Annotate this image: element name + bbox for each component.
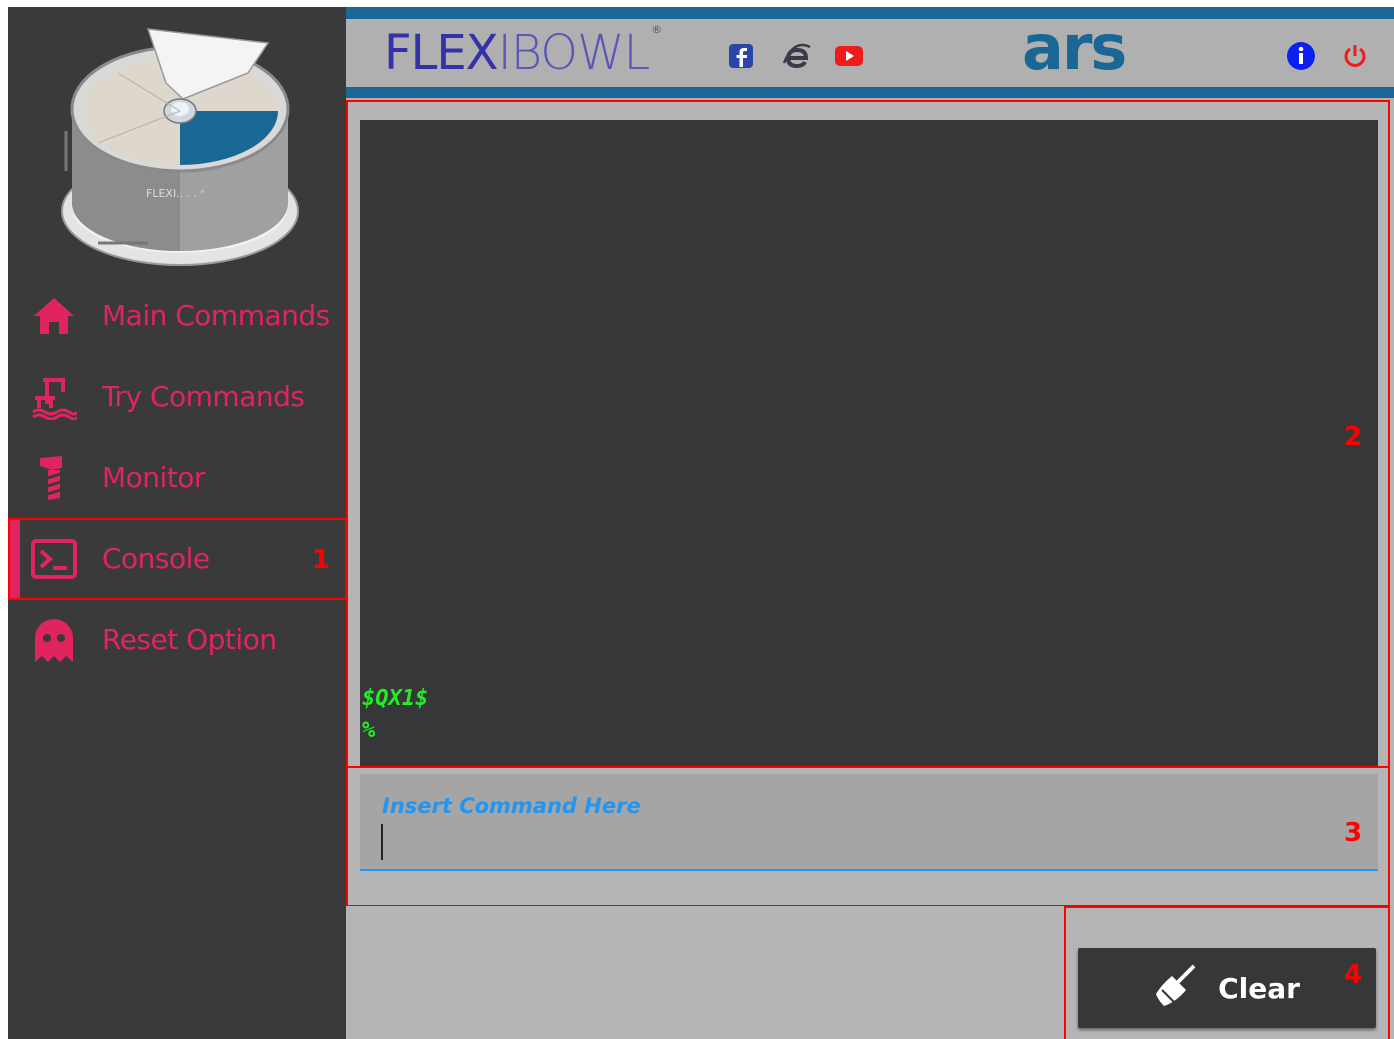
console-panel: $QX1$ % bbox=[346, 100, 1394, 766]
home-icon bbox=[30, 294, 78, 338]
facebook-icon[interactable] bbox=[728, 43, 754, 69]
console-line: $QX1$ bbox=[362, 686, 429, 711]
annotation-number: 1 bbox=[311, 545, 330, 575]
clear-button[interactable]: Clear bbox=[1078, 948, 1376, 1028]
ars-logo: ars bbox=[1022, 11, 1127, 84]
sidebar-item-monitor[interactable]: Monitor bbox=[8, 438, 346, 518]
try-commands-icon bbox=[30, 375, 78, 420]
info-icon[interactable] bbox=[1286, 41, 1316, 71]
registered-mark: ® bbox=[651, 23, 662, 36]
broom-icon bbox=[1154, 964, 1198, 1012]
svg-text:FLEXI.. . . ⁿ: FLEXI.. . . ⁿ bbox=[146, 187, 205, 200]
brand-bold-text: FLEX bbox=[384, 25, 499, 81]
command-input-panel: Insert Command Here bbox=[346, 766, 1394, 906]
sidebar-item-label: Main Commands bbox=[102, 299, 330, 332]
youtube-icon[interactable] bbox=[834, 45, 864, 67]
terminal-icon bbox=[30, 537, 78, 581]
command-input-label: Insert Command Here bbox=[382, 794, 641, 818]
sidebar: FLEXI.. . . ⁿ Main Commands Try Commands bbox=[8, 7, 346, 1039]
sidebar-item-label: Reset Option bbox=[102, 623, 277, 656]
annotation-number: 2 bbox=[1344, 422, 1363, 452]
console-line: % bbox=[362, 718, 376, 743]
sidebar-item-main-commands[interactable]: Main Commands bbox=[8, 276, 346, 356]
brand-thin-text: IBOWL bbox=[497, 25, 651, 81]
console-output[interactable]: $QX1$ % bbox=[360, 120, 1378, 766]
active-indicator bbox=[8, 519, 20, 599]
actions-panel: Clear bbox=[346, 906, 1394, 1039]
monitor-icon bbox=[30, 456, 78, 500]
power-icon[interactable] bbox=[1342, 43, 1368, 69]
sidebar-item-label: Monitor bbox=[102, 461, 205, 494]
annotation-number: 3 bbox=[1344, 818, 1363, 848]
sidebar-item-reset-option[interactable]: Reset Option bbox=[8, 600, 346, 680]
ghost-icon bbox=[30, 618, 78, 662]
internet-explorer-icon[interactable] bbox=[782, 41, 812, 71]
flexibowl-logo: FLEXIBOWL ® bbox=[384, 23, 662, 81]
flexibowl-device-image: FLEXI.. . . ⁿ bbox=[61, 28, 299, 266]
header-top-bar bbox=[346, 7, 1394, 19]
sidebar-item-label: Console bbox=[102, 542, 210, 575]
text-caret bbox=[381, 824, 383, 860]
command-input[interactable]: Insert Command Here bbox=[360, 774, 1378, 871]
sidebar-item-try-commands[interactable]: Try Commands bbox=[8, 357, 346, 437]
sidebar-item-label: Try Commands bbox=[102, 380, 305, 413]
sidebar-item-console[interactable]: Console 1 bbox=[8, 519, 346, 599]
header: FLEXIBOWL ® ars bbox=[346, 7, 1394, 100]
header-bottom-bar bbox=[346, 87, 1394, 98]
clear-button-label: Clear bbox=[1218, 971, 1300, 1005]
annotation-number: 4 bbox=[1344, 960, 1363, 990]
